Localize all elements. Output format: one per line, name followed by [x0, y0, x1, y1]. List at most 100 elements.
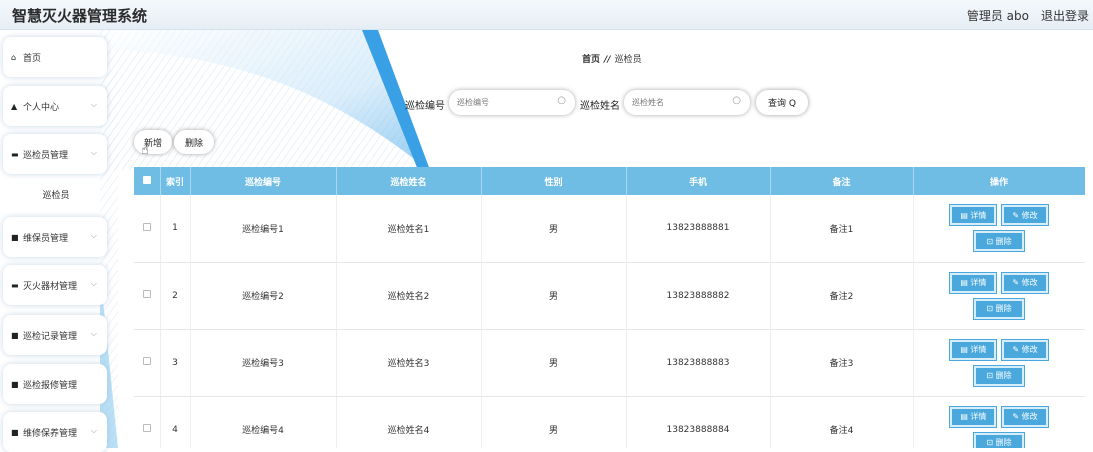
person-icon: ▲ [11, 101, 18, 111]
sidebar-item-repair-report-mgmt[interactable]: ■ 巡检报修管理 [3, 364, 107, 404]
cell-ops: ▤ 详情 ✎ 修改 ⊡ 删除 [913, 329, 1085, 396]
search-code-input[interactable] [457, 95, 552, 110]
table-row: 4 巡检编号4 巡检姓名4 男 13823888884 备注4 ▤ 详情 ✎ 修… [134, 396, 1085, 448]
header-user-area: 管理员 abo 退出登录 [955, 7, 1089, 24]
column-header: 手机 [626, 167, 771, 195]
detail-button[interactable]: ▤ 详情 [949, 338, 998, 361]
cell-ops: ▤ 详情 ✎ 修改 ⊡ 删除 [913, 396, 1085, 448]
column-header: 巡检编号 [190, 167, 337, 195]
row-select-cell [134, 195, 161, 262]
sidebar-item-label: 个人中心 [23, 102, 60, 113]
sidebar-item-label: 巡检报修管理 [23, 380, 78, 391]
edit-button[interactable]: ✎ 修改 [1001, 204, 1049, 227]
delete-button[interactable]: ⊡ 删除 [973, 230, 1025, 253]
briefcase-icon: ▬ [11, 149, 19, 159]
cell-remark: 备注4 [770, 396, 914, 448]
row-checkbox[interactable] [142, 424, 151, 432]
sidebar-item-label: 维修保养管理 [23, 428, 78, 439]
search-name-label: 巡检姓名 [580, 101, 620, 112]
home-icon: ⌂ [11, 52, 17, 62]
edit-button[interactable]: ✎ 修改 [1001, 338, 1049, 361]
cell-ops: ▤ 详情 ✎ 修改 ⊡ 删除 [913, 195, 1085, 262]
edit-button[interactable]: ✎ 修改 [1001, 271, 1049, 294]
query-button[interactable]: 查询 Q [756, 90, 808, 115]
table-row: 3 巡检编号3 巡检姓名3 男 13823888883 备注3 ▤ 详情 ✎ 修… [134, 329, 1085, 396]
breadcrumb-current: 巡检员 [614, 55, 642, 65]
cell-phone: 13823888881 [626, 195, 771, 262]
sidebar-item-label: 维保员管理 [23, 233, 69, 244]
search-code-box[interactable]: ○ [449, 90, 575, 115]
sidebar-item-label: 巡检记录管理 [23, 331, 78, 342]
sidebar-item-label: 首页 [23, 53, 42, 64]
cell-gender: 男 [481, 329, 627, 396]
sidebar-item-inspection-record-mgmt[interactable]: ■ 巡检记录管理 ⌵ [3, 315, 107, 355]
cell-name: 巡检姓名2 [336, 262, 482, 329]
search-name-input[interactable] [632, 95, 727, 110]
edit-button[interactable]: ✎ 修改 [1001, 405, 1049, 428]
cell-code: 巡检编号2 [190, 262, 337, 329]
cell-ops: ▤ 详情 ✎ 修改 ⊡ 删除 [913, 262, 1085, 329]
delete-button[interactable]: ⊡ 删除 [973, 364, 1025, 387]
sidebar-item-inspector-mgmt[interactable]: ▬ 巡检员管理 ⌵ [3, 134, 107, 174]
column-header: 性别 [481, 167, 627, 195]
row-select-cell [134, 329, 161, 396]
batch-delete-button[interactable]: 删除 [174, 130, 214, 154]
sidebar-subitem-inspector[interactable]: 巡检员 [12, 179, 100, 209]
cell-index: 4 [160, 396, 191, 448]
search-code-label: 巡检编号 [405, 101, 445, 112]
logout-link[interactable]: 退出登录 [1041, 9, 1089, 23]
cell-index: 3 [160, 329, 191, 396]
table-row: 1 巡检编号1 巡检姓名1 男 13823888881 备注1 ▤ 详情 ✎ 修… [134, 195, 1085, 262]
chevron-down-icon: ⌵ [90, 329, 97, 338]
cell-phone: 13823888883 [626, 329, 771, 396]
row-checkbox[interactable] [142, 290, 151, 298]
delete-button[interactable]: ⊡ 删除 [973, 297, 1025, 320]
sidebar-item-maintenance-mgmt[interactable]: ■ 维修保养管理 ⌵ [3, 412, 107, 452]
extinguisher-icon: ▬ [11, 280, 19, 290]
chevron-down-icon: ⌵ [90, 426, 97, 435]
search-name-box[interactable]: ○ [624, 90, 750, 115]
cell-name: 巡检姓名1 [336, 195, 482, 262]
cell-gender: 男 [481, 195, 627, 262]
chevron-down-icon: ⌵ [90, 231, 97, 240]
cell-name: 巡检姓名3 [336, 329, 482, 396]
select-all-header [134, 167, 161, 195]
row-select-cell [134, 262, 161, 329]
cell-code: 巡检编号3 [190, 329, 337, 396]
column-header: 操作 [913, 167, 1085, 195]
delete-button[interactable]: ⊡ 删除 [973, 431, 1025, 448]
cell-index: 1 [160, 195, 191, 262]
cell-remark: 备注1 [770, 195, 914, 262]
search-icon: ○ [557, 95, 566, 106]
select-all-checkbox[interactable] [142, 175, 151, 184]
column-header: 巡检姓名 [336, 167, 482, 195]
add-button[interactable]: 新增 [134, 130, 172, 154]
row-checkbox[interactable] [142, 222, 151, 231]
cell-phone: 13823888884 [626, 396, 771, 448]
row-checkbox[interactable] [142, 357, 151, 365]
sidebar-item-maintainer-mgmt[interactable]: ■ 维保员管理 ⌵ [3, 217, 107, 257]
column-header: 索引 [160, 167, 191, 195]
detail-button[interactable]: ▤ 详情 [949, 405, 998, 428]
table-row: 2 巡检编号2 巡检姓名2 男 13823888882 备注2 ▤ 详情 ✎ 修… [134, 262, 1085, 329]
column-header: 备注 [770, 167, 914, 195]
detail-button[interactable]: ▤ 详情 [949, 271, 998, 294]
cell-remark: 备注2 [770, 262, 914, 329]
breadcrumb-home[interactable]: 首页 [582, 55, 600, 65]
top-header: 智慧灭火器管理系统 管理员 abo 退出登录 [0, 0, 1093, 30]
sidebar-item-home[interactable]: ⌂ 首页 [3, 37, 107, 77]
sidebar-item-extinguisher-mgmt[interactable]: ▬ 灭火器材管理 ⌵ [3, 265, 107, 305]
grid-icon: ■ [11, 330, 19, 340]
sidebar-item-label: 巡检员管理 [23, 150, 69, 161]
hand-cursor-icon: ☝ [141, 143, 149, 158]
row-select-cell [134, 396, 161, 448]
grid-icon: ■ [11, 379, 19, 389]
breadcrumb: 首页 //巡检员 [582, 52, 642, 65]
detail-button[interactable]: ▤ 详情 [949, 204, 998, 227]
cell-name: 巡检姓名4 [336, 396, 482, 448]
sidebar-item-profile[interactable]: ▲ 个人中心 ⌵ [3, 86, 107, 126]
chevron-down-icon: ⌵ [90, 100, 97, 109]
chevron-down-icon: ⌵ [90, 279, 97, 288]
search-icon: ○ [732, 95, 741, 106]
sidebar: ⌂ 首页 ▲ 个人中心 ⌵ ▬ 巡检员管理 ⌵ 巡检员 ■ 维保员管理 ⌵ ▬ … [0, 30, 110, 452]
